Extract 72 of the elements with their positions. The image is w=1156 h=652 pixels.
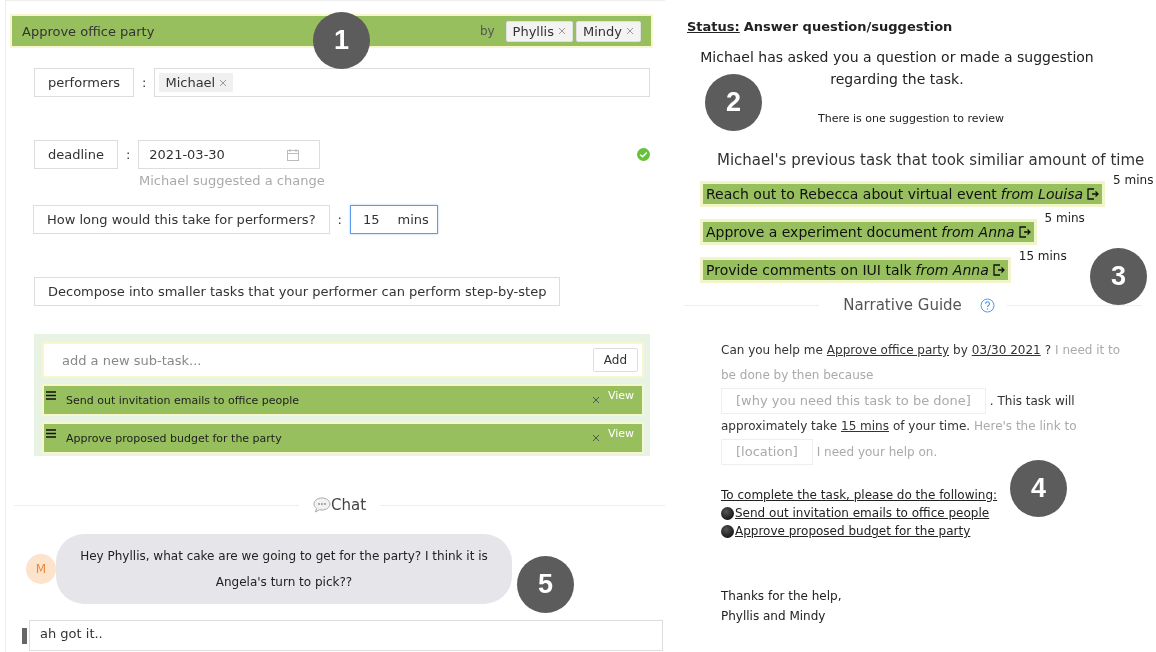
by-label: by [479,24,495,38]
subtask-item[interactable]: Send out invitation emails to office people View [42,384,644,416]
narrative-text: approximately take [721,418,837,435]
previous-tasks-heading: Michael's previous task that took similiar amount of time [717,151,1146,169]
narrative-link[interactable]: 15 mins [841,414,889,439]
field-label: How long would this take for performers? [33,205,330,234]
task-title: Approve office party [22,23,156,39]
review-note: There is one suggestion to review [817,112,1005,125]
chat-message: Hey Phyllis, what cake are we going to get for the party? I think it is Angela's turn to pick?? [56,534,512,604]
narrative-link[interactable]: Approve office party [826,338,950,363]
field-label: performers [34,68,135,97]
steps-heading: To complete the task, please do the following: [721,488,998,502]
external-link-icon [992,264,1005,276]
closing-line: Phyllis and Mindy [721,608,826,625]
narrative-text: by [953,342,968,359]
status-label: Status: [687,19,740,34]
date-field[interactable]: 2021-03-30 [138,140,321,169]
subtask-item[interactable]: Approve proposed budget for the party View [42,422,644,454]
field-label: deadline [34,140,118,169]
narrative-guide-heading: Narrative Guide [842,296,963,314]
subtask-title: Send out invitation emails to office people [66,393,300,407]
callout-marker: 3 [1090,248,1147,305]
subtask-input-field[interactable]: add a new sub-task... Add [42,342,644,378]
remove-icon[interactable] [591,396,600,404]
subtask-title: Approve proposed budget for the party [66,431,283,445]
status-value: Answer question/suggestion [743,19,953,34]
chat-input-field[interactable]: ah got it.. [29,620,663,651]
separator: : [125,147,131,162]
previous-task-link[interactable]: Approve a experiment document from Anna [700,219,1037,245]
help-icon[interactable] [979,297,995,313]
previous-task-link[interactable]: Provide comments on IUI talk from Anna [700,257,1011,283]
step-link[interactable]: Approve proposed budget for the party [735,524,971,538]
task-duration: 15 mins [1018,249,1067,263]
chat-heading: Chat [330,496,367,514]
separator: : [142,75,147,90]
external-link-icon [1018,226,1031,238]
remove-icon[interactable] [591,434,600,442]
narrative-hint: I need your help on. [816,443,938,461]
bullet-icon [721,506,734,520]
callout-marker: 5 [517,556,574,613]
narrative-text: . This task will [989,392,1075,410]
narrative-text: Can you help me [721,342,823,359]
callout-marker: 2 [705,74,762,131]
performers-field[interactable]: Michael [154,68,650,97]
previous-task-link[interactable]: Reach out to Rebecca about virtual event from Louisa [700,181,1106,207]
add-button[interactable]: Add [592,348,638,372]
remove-icon[interactable] [219,78,228,87]
remove-icon[interactable] [558,27,566,35]
avatar: M [26,554,56,584]
narrative-hint: be done by then because [721,367,874,384]
narrative-link[interactable]: 03/30 2021 [971,338,1041,363]
narrative-text: of your time. [893,418,971,435]
change-note: Michael suggested a change [139,173,325,188]
narrative-hint: I need it to [1055,342,1121,359]
calendar-icon[interactable] [287,148,300,161]
closing-line: Thanks for the help, [721,588,842,605]
step-link[interactable]: Send out invitation emails to office people [735,506,990,520]
requester-tag: Mindy [576,20,641,42]
narrative-text: ? [1044,342,1052,359]
narrative-hint: Here's the link to [974,418,1077,435]
external-link-icon [1087,188,1100,200]
task-duration: 5 mins [1044,211,1085,225]
decompose-label: Decompose into smaller tasks that your performer can perform step-by-step [34,277,561,306]
separator: : [337,212,342,227]
speech-bubble-icon [312,497,331,513]
performer-tag: Michael [159,73,234,92]
bullet-icon [721,524,734,538]
requester-tag: Phyllis [505,20,573,42]
duration-field[interactable]: 15 mins [349,205,438,234]
remove-icon[interactable] [626,27,634,35]
task-duration: 5 mins [1113,173,1154,187]
callout-marker: 4 [1010,460,1067,517]
